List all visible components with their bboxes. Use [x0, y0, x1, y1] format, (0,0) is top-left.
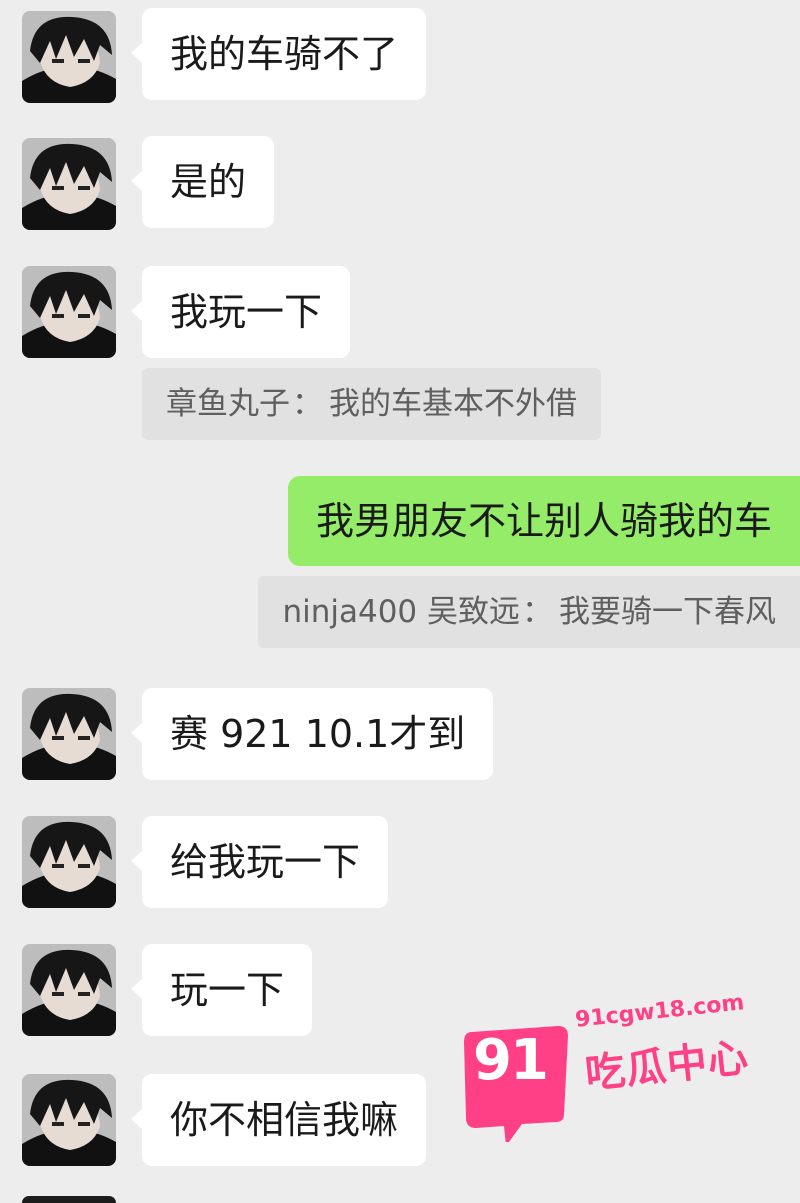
message-text: 是的: [170, 160, 247, 204]
quote-text: 我的车基本不外借: [329, 386, 577, 422]
contact-avatar[interactable]: [22, 688, 116, 780]
message-text: 我男朋友不让别人骑我的车: [315, 499, 772, 543]
message-bubble[interactable]: 我玩一下: [130, 266, 351, 358]
contact-avatar[interactable]: [22, 816, 116, 908]
anime-boy-avatar-icon: [22, 1074, 116, 1166]
quoted-message[interactable]: ninja400 吴致远： 我要骑一下春风: [258, 576, 800, 648]
anime-boy-avatar-icon: [22, 688, 116, 780]
message-bubble[interactable]: 你不相信我嘛: [130, 1074, 427, 1166]
quote-text: 我要骑一下春风: [559, 594, 776, 630]
message-bubble[interactable]: 赛 921 10.1才到: [130, 688, 494, 780]
contact-avatar[interactable]: [22, 1196, 116, 1203]
anime-boy-avatar-icon: [22, 266, 116, 358]
quote-separator: ：: [522, 594, 553, 630]
contact-avatar[interactable]: [22, 266, 116, 358]
contact-avatar[interactable]: [22, 1074, 116, 1166]
message-text: 你不相信我嘛: [170, 1098, 399, 1142]
watermark: 91 91cgw18.com 吃瓜中心: [458, 990, 758, 1158]
quote-sender: 章鱼丸子: [166, 386, 290, 422]
message-bubble[interactable]: 我的车骑不了: [130, 8, 427, 100]
contact-avatar[interactable]: [22, 11, 116, 103]
contact-avatar[interactable]: [22, 944, 116, 1036]
message-text: 赛 921 10.1才到: [170, 712, 466, 756]
message-bubble[interactable]: 是的: [130, 136, 275, 228]
quote-sender: ninja400 吴致远: [282, 594, 520, 630]
message-text: 给我玩一下: [170, 840, 361, 884]
contact-avatar[interactable]: [22, 138, 116, 230]
message-bubble-outgoing[interactable]: 我男朋友不让别人骑我的车: [287, 476, 800, 566]
anime-boy-avatar-icon: [22, 138, 116, 230]
message-text: 玩一下: [170, 968, 285, 1012]
quote-separator: ：: [292, 386, 323, 422]
message-bubble[interactable]: 玩一下: [130, 944, 313, 1036]
anime-boy-avatar-icon: [22, 944, 116, 1036]
anime-boy-avatar-icon: [22, 11, 116, 103]
message-text: 我的车骑不了: [170, 32, 399, 76]
watermark-name: 吃瓜中心: [583, 1034, 751, 1098]
anime-boy-avatar-icon: [22, 816, 116, 908]
quoted-message[interactable]: 章鱼丸子： 我的车基本不外借: [142, 368, 601, 440]
message-text: 我玩一下: [170, 290, 323, 334]
watermark-logo-number: 91: [473, 1028, 549, 1093]
message-bubble[interactable]: 给我玩一下: [130, 816, 389, 908]
